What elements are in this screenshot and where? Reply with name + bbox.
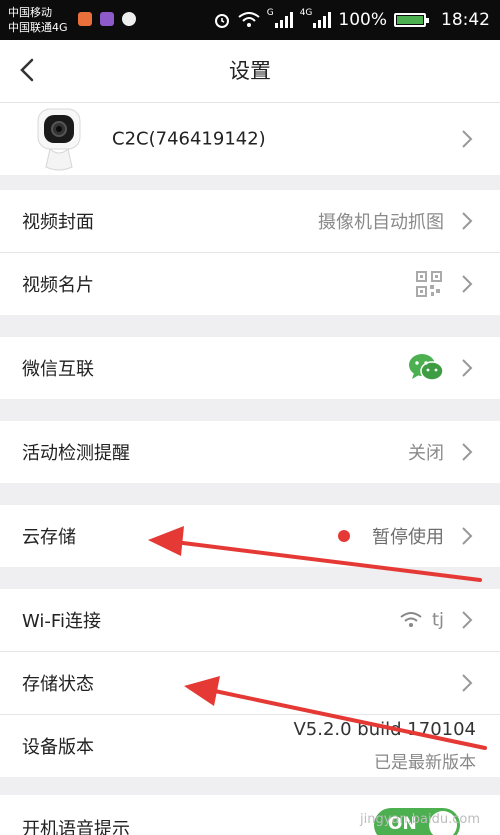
annotation-arrows — [148, 526, 487, 750]
arrow-cloud-storage — [148, 526, 482, 582]
watermark: jingyan.baidu.com — [360, 812, 480, 827]
phone-screen: 中国移动 中国联通4G G 4G 100% 18:42 设置 C2C(74641… — [0, 0, 500, 835]
arrow-storage-status — [184, 676, 487, 750]
